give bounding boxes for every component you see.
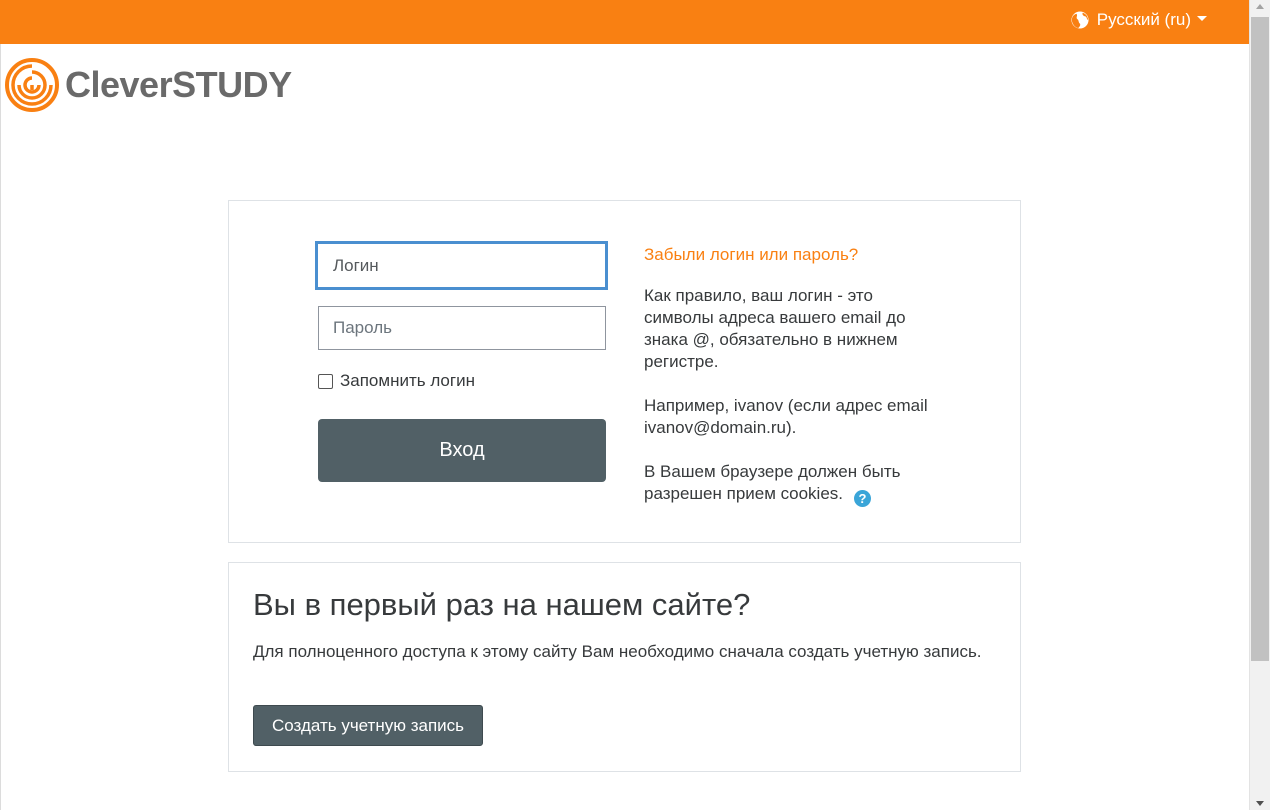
caret-down-icon bbox=[1197, 16, 1207, 21]
password-input[interactable]: Пароль bbox=[318, 306, 606, 350]
login-example-text: Например, ivanov (если адрес email ivano… bbox=[644, 396, 928, 437]
top-navbar: Русский (ru) bbox=[0, 0, 1249, 44]
language-menu[interactable]: Русский (ru) bbox=[1071, 0, 1207, 40]
signup-title: Вы в первый раз на нашем сайте? bbox=[253, 587, 751, 622]
scrollbar-thumb[interactable] bbox=[1251, 17, 1269, 661]
username-input[interactable]: Логин bbox=[315, 241, 608, 290]
forgot-password-link[interactable]: Забыли логин или пароль? bbox=[644, 245, 858, 265]
signup-description: Для полноценного доступа к этому сайту В… bbox=[253, 642, 982, 661]
brand-name: CleverSTUDY bbox=[65, 64, 292, 105]
site-logo[interactable]: CleverSTUDY bbox=[4, 56, 292, 114]
remember-label: Запомнить логин bbox=[340, 371, 475, 390]
scroll-down-arrow-icon[interactable] bbox=[1256, 801, 1264, 806]
maze-logo-icon bbox=[5, 58, 59, 112]
scroll-up-arrow-icon[interactable] bbox=[1256, 4, 1264, 9]
globe-icon bbox=[1071, 11, 1089, 29]
remember-username[interactable]: Запомнить логин bbox=[318, 371, 475, 391]
help-icon[interactable]: ? bbox=[854, 490, 872, 507]
login-card: Логин Пароль Запомнить логин Вход Забыли… bbox=[228, 200, 1021, 543]
remember-checkbox[interactable] bbox=[318, 373, 333, 389]
page-border bbox=[0, 44, 1, 810]
vertical-scrollbar[interactable] bbox=[1249, 0, 1270, 810]
create-account-button[interactable]: Создать учетную запись bbox=[253, 705, 483, 746]
login-hint-text: Как правило, ваш логин - это символы адр… bbox=[644, 286, 906, 371]
signup-card: Вы в первый раз на нашем сайте? Для полн… bbox=[228, 562, 1021, 772]
login-button[interactable]: Вход bbox=[318, 419, 606, 482]
language-label: Русский (ru) bbox=[1096, 10, 1191, 29]
cookies-notice: В Вашем браузере должен быть разрешен пр… bbox=[644, 461, 934, 507]
